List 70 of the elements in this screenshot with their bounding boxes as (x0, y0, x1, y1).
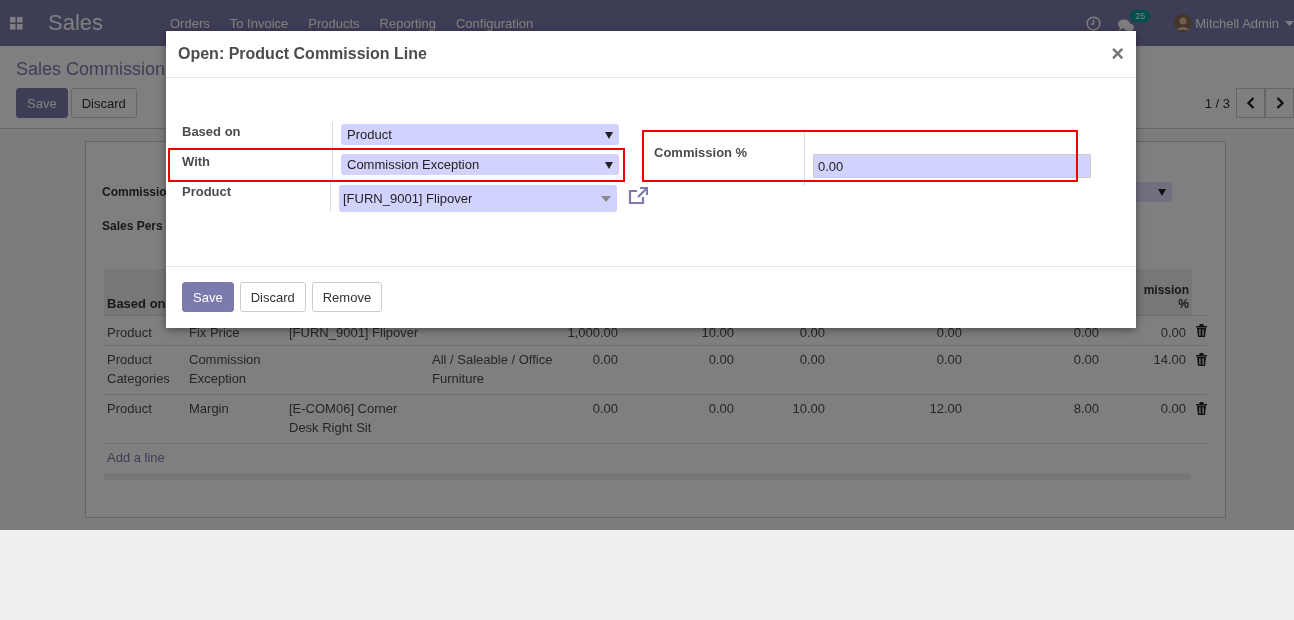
table-cell: 0.00 (1073, 324, 1099, 340)
table-cell: 14.00 (1153, 351, 1186, 367)
notification-badge: 25 (1130, 9, 1151, 22)
save-button[interactable]: Save (16, 88, 68, 118)
previous-button[interactable] (1236, 88, 1265, 118)
field-label: Product (182, 184, 232, 200)
menu-item[interactable]: Products (298, 15, 370, 31)
table-cell: Margin (189, 400, 229, 416)
table-cell: 0.00 (936, 351, 962, 367)
field-label: With (182, 154, 211, 170)
pager-counter: 1 / 3 (1204, 95, 1230, 111)
table-cell: Product Categories (107, 351, 170, 386)
select-field[interactable]: Product (341, 124, 619, 146)
trash-icon (1196, 401, 1207, 415)
caret-icon (1158, 188, 1166, 196)
dialog-title: Open: Product Commission Line (178, 45, 427, 64)
table-cell: 0.00 (708, 351, 734, 367)
field-label: Commissio (102, 185, 168, 199)
number-field[interactable]: 0.00 (813, 154, 1091, 179)
table-cell: Fix Price (189, 324, 240, 340)
user-name[interactable]: Mitchell Admin (1195, 15, 1279, 31)
table-cell: 0.00 (592, 400, 618, 416)
table-cell: [E-COM06] Corner Desk Right Sit (289, 400, 398, 435)
table-cell: Product (107, 324, 152, 340)
menu-item[interactable]: To Invoice (219, 15, 299, 31)
table-cell: 0.00 (592, 351, 618, 367)
field-label: Commission % (654, 145, 748, 161)
table-cell: 0.00 (1073, 351, 1099, 367)
chevron-right-icon (1275, 97, 1284, 109)
table-cell: Product (107, 400, 152, 416)
add-line-link[interactable]: Add a line (107, 449, 165, 465)
table-cell: 0.00 (1160, 400, 1186, 416)
menu-item[interactable]: Reporting (369, 15, 446, 31)
external-link-icon (628, 187, 648, 206)
table-cell: 0.00 (799, 351, 825, 367)
menu-item[interactable]: Configuration (445, 15, 544, 31)
next-button[interactable] (1265, 88, 1294, 118)
caret-icon (601, 195, 611, 202)
table-cell: 12.00 (929, 400, 962, 416)
table-cell: 10.00 (701, 324, 734, 340)
page-title: Sales Commission (16, 59, 166, 81)
table-cell: [FURN_9001] Flipover (289, 324, 419, 340)
field-label: Based on (182, 124, 241, 140)
apps-menu-icon (10, 16, 23, 30)
table-cell: 8.00 (1073, 400, 1099, 416)
select-field[interactable]: Commission Exception (341, 154, 619, 176)
menu-item[interactable]: Orders (160, 15, 220, 31)
trash-icon (1196, 352, 1207, 366)
table-cell: 0.00 (708, 400, 734, 416)
table-cell: All / Saleable / Office Furniture (432, 351, 553, 386)
table-cell: Commission Exception (189, 351, 261, 386)
caret-icon (605, 130, 613, 139)
remove-button[interactable]: Remove (311, 282, 383, 313)
discard-button[interactable]: Discard (239, 282, 306, 313)
trash-icon (1196, 323, 1207, 337)
caret-icon (1285, 20, 1294, 26)
avatar-icon (1174, 14, 1193, 32)
save-button[interactable]: Save (182, 282, 234, 313)
table-cell: 0.00 (799, 324, 825, 340)
table-cell: 1,000.00 (567, 324, 618, 340)
table-cell: 0.00 (1160, 324, 1186, 340)
select-field[interactable]: [FURN_9001] Flipover (339, 185, 617, 213)
app-title: Sales (48, 10, 105, 36)
table-cell: 10.00 (792, 400, 825, 416)
field-label: Sales Pers (102, 219, 164, 233)
table-cell: 0.00 (936, 324, 962, 340)
chevron-left-icon (1246, 97, 1255, 109)
caret-icon (605, 160, 613, 169)
discard-button[interactable]: Discard (70, 88, 137, 118)
close-button[interactable]: × (1111, 41, 1124, 68)
